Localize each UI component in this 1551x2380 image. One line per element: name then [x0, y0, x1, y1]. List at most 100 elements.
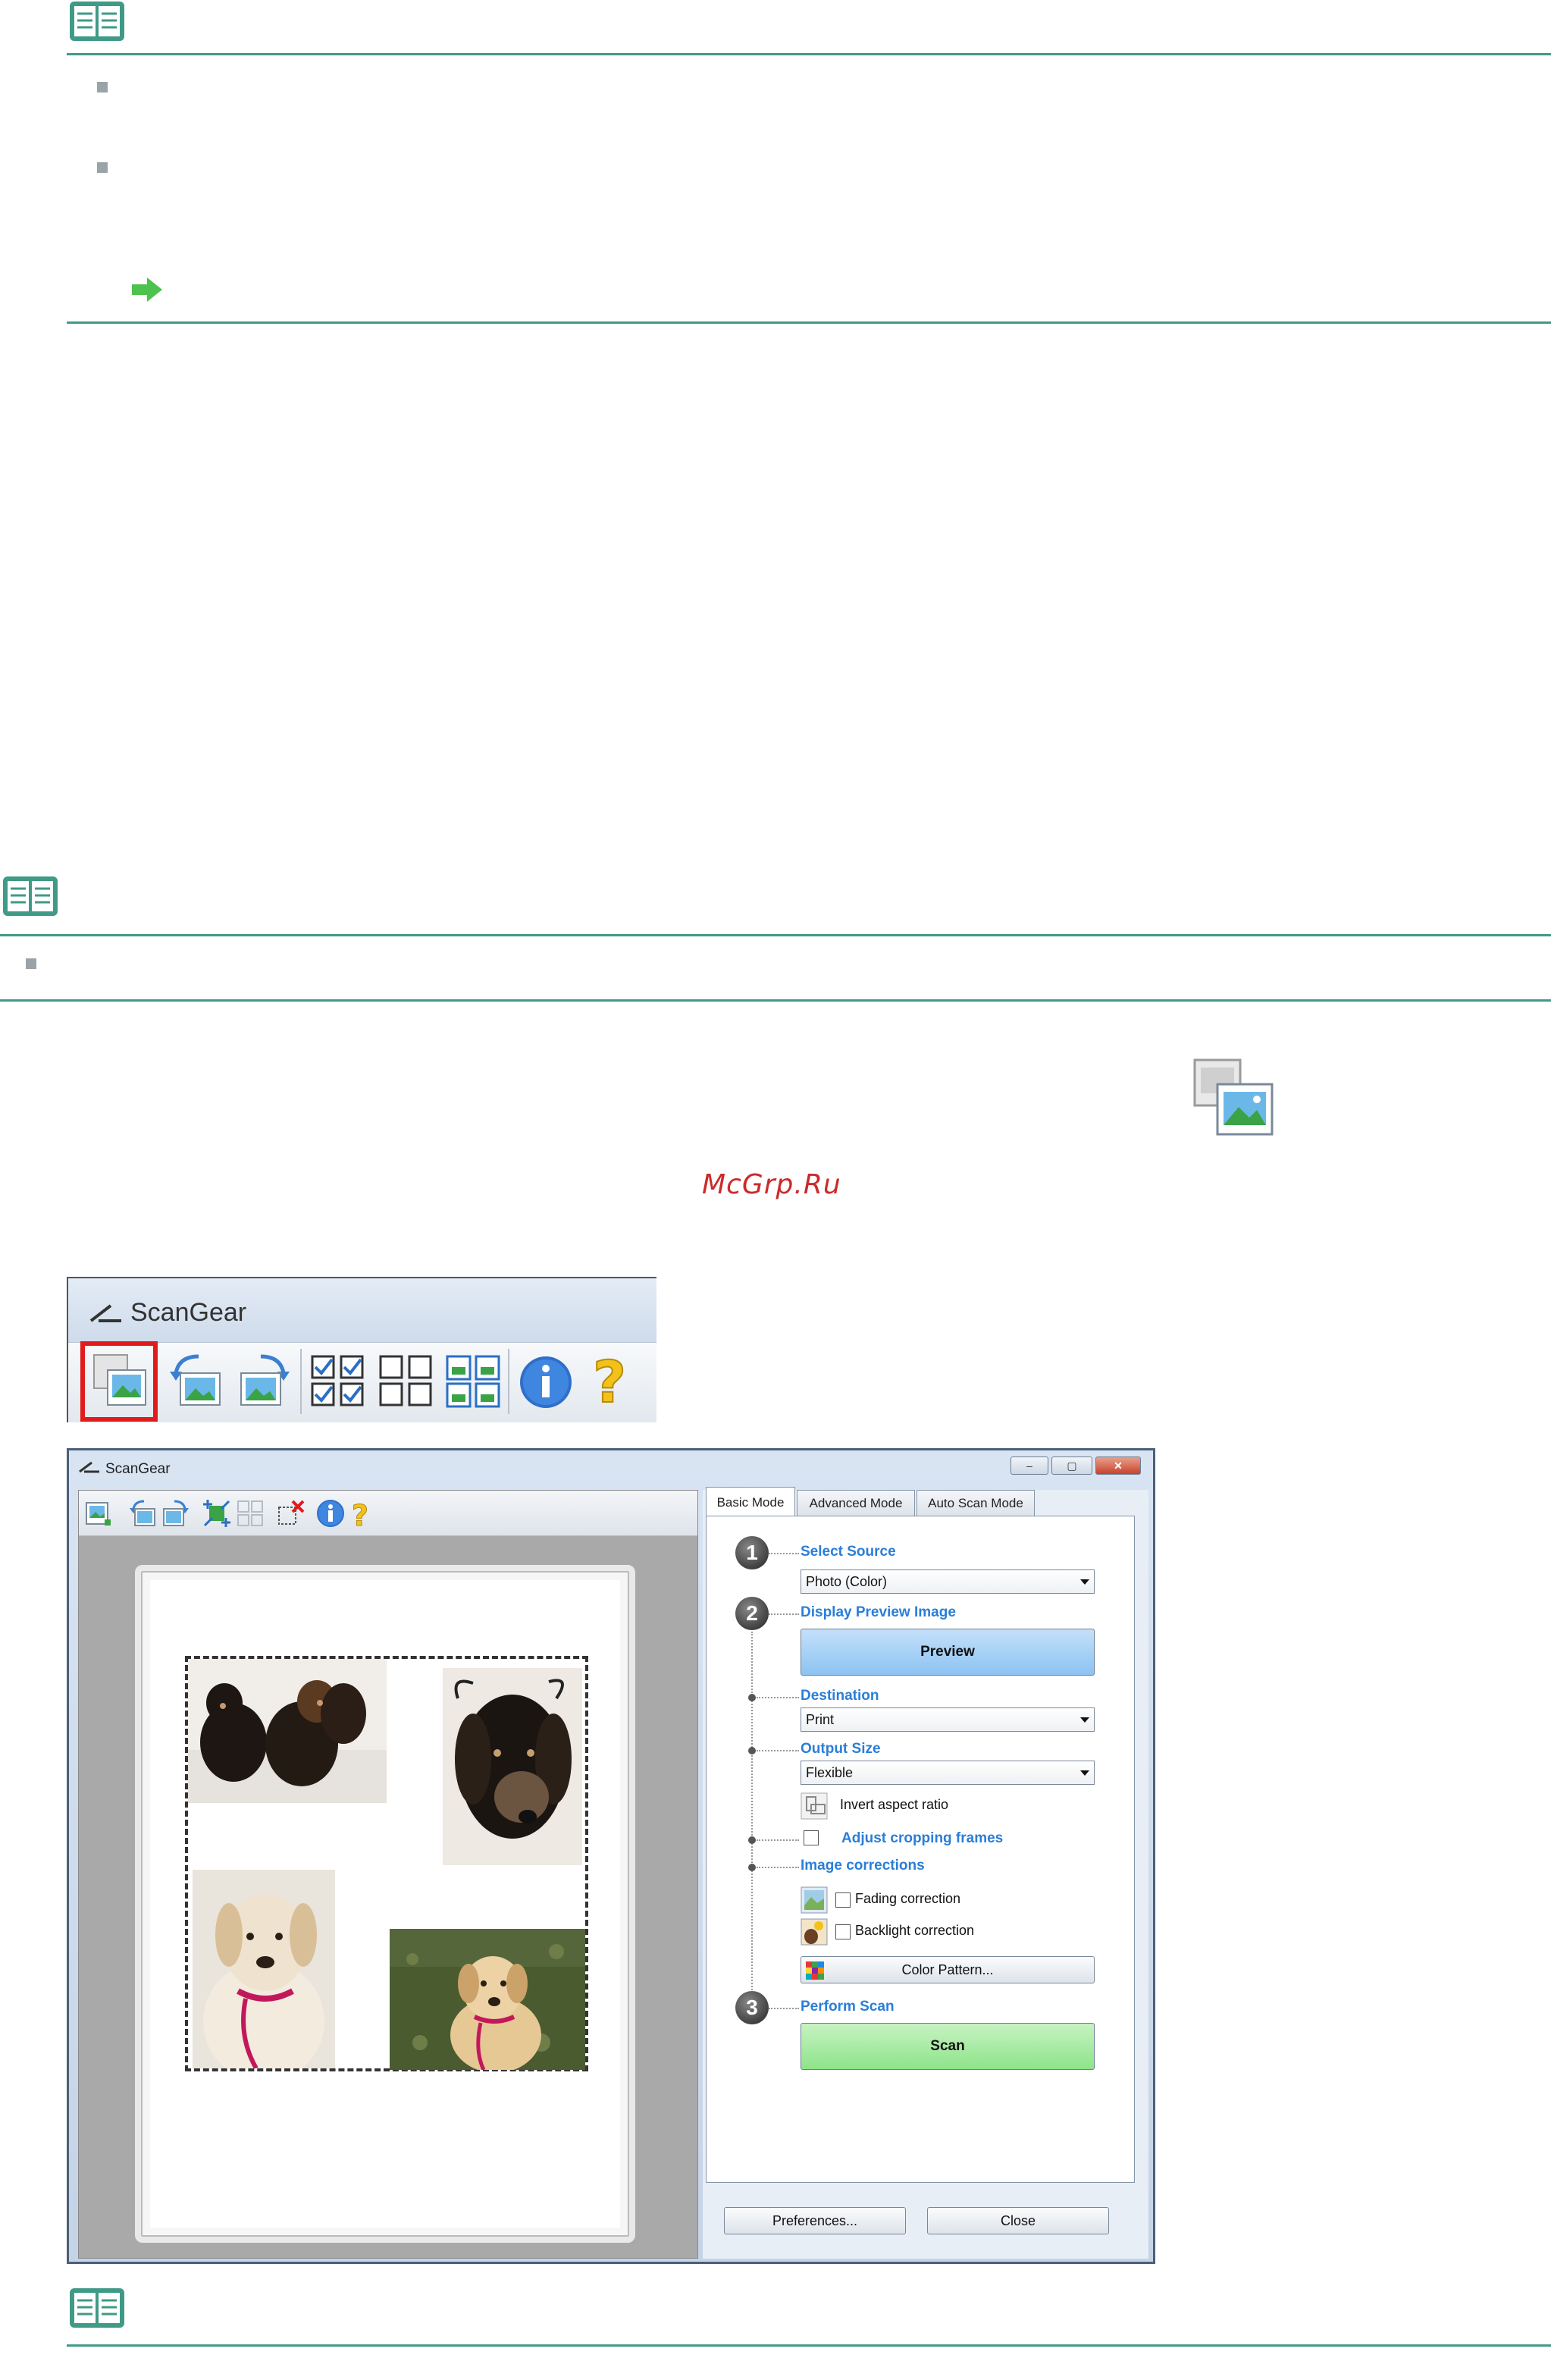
adjust-cropping-checkbox[interactable] [804, 1830, 819, 1845]
dotted-leader [757, 1839, 799, 1841]
note-book-icon [70, 2, 124, 41]
bullet [97, 162, 108, 173]
rotate-left-icon[interactable] [165, 1350, 226, 1411]
toolbar-separator [508, 1349, 509, 1414]
toolbar-crop: ScanGear ? [67, 1277, 656, 1422]
crop-image-icon[interactable] [89, 1350, 150, 1411]
clear-frames-icon[interactable] [376, 1350, 437, 1411]
dotted-leader [757, 1867, 799, 1868]
info-icon[interactable] [515, 1350, 576, 1411]
note-rule-top [67, 2344, 1551, 2347]
vertical-dotted-guide [751, 1632, 753, 2014]
preview-image [150, 1580, 620, 2228]
output-size-label: Output Size [801, 1741, 881, 1757]
preferences-button[interactable]: Preferences... [724, 2207, 906, 2234]
dotted-leader [769, 2008, 799, 2009]
color-pattern-button[interactable]: Color Pattern... [801, 1956, 1095, 1983]
note-rule-bottom [0, 999, 1551, 1002]
backlight-correction-icon [801, 1918, 828, 1946]
watermark: McGrp.Ru [702, 1169, 841, 1200]
thumbnail-view-icon[interactable] [443, 1350, 503, 1411]
dotted-leader [769, 1553, 799, 1554]
rotate-right-icon[interactable] [161, 1498, 191, 1529]
scangear-logo-icon [89, 1304, 121, 1322]
remove-frame-icon[interactable] [276, 1498, 306, 1529]
dotted-leader [769, 1613, 799, 1615]
minimize-button[interactable]: – [1010, 1457, 1048, 1475]
select-all-frames-icon[interactable] [308, 1350, 368, 1411]
invert-aspect-ratio-label: Invert aspect ratio [840, 1797, 949, 1812]
bullet [26, 958, 36, 969]
preview-pane: ? [78, 1490, 698, 2259]
substep-dot [748, 1836, 756, 1844]
destination-value: Print [806, 1712, 835, 1727]
step-1-badge: 1 [735, 1536, 769, 1569]
tab-basic-mode[interactable]: Basic Mode [706, 1487, 795, 1516]
adjust-cropping-label: Adjust cropping frames [841, 1830, 1004, 1846]
help-icon[interactable]: ? [346, 1498, 376, 1529]
chevron-down-icon [1080, 1770, 1089, 1776]
substep-dot [748, 1694, 756, 1701]
photo-dog-on-grass [390, 1929, 585, 2070]
perform-scan-label: Perform Scan [801, 1999, 895, 2015]
chevron-down-icon [1080, 1579, 1089, 1585]
note-rule-top [67, 53, 1551, 55]
photo-black-dog-portrait [443, 1668, 582, 1865]
title-bar: ScanGear – ▢ ✕ [69, 1450, 1153, 1484]
maximize-button[interactable]: ▢ [1051, 1457, 1092, 1475]
crop-frame-icon[interactable] [202, 1498, 232, 1529]
app-title: ScanGear [130, 1298, 247, 1327]
photo-white-dog [193, 1870, 335, 2068]
scangear-logo-icon [79, 1461, 99, 1473]
image-corrections-label: Image corrections [801, 1858, 925, 1874]
rotate-left-icon[interactable] [127, 1498, 158, 1529]
rotate-right-icon[interactable] [233, 1350, 294, 1411]
crop-image-icon [1193, 1058, 1274, 1136]
scangear-window: ScanGear – ▢ ✕ ? Basic Mode Advanced Mod… [67, 1448, 1155, 2264]
dotted-leader [757, 1697, 799, 1698]
photo-two-dogs [188, 1659, 387, 1803]
note-book-icon [70, 2288, 124, 2328]
svg-text:?: ? [593, 1349, 626, 1413]
invert-aspect-ratio-icon[interactable] [801, 1792, 828, 1820]
note-book-icon [3, 876, 58, 916]
fading-correction-checkbox[interactable] [835, 1892, 851, 1908]
close-window-button[interactable]: ✕ [1095, 1457, 1141, 1475]
arrow-right-icon[interactable] [130, 276, 164, 303]
settings-pane: Basic Mode Advanced Mode Auto Scan Mode … [703, 1487, 1148, 2259]
preview-button[interactable]: Preview [801, 1629, 1095, 1676]
multi-frame-icon [237, 1500, 263, 1526]
basic-mode-panel: 1 Select Source Photo (Color) 2 Display … [706, 1516, 1135, 2183]
tab-auto-scan-mode[interactable]: Auto Scan Mode [916, 1490, 1035, 1516]
select-source-value: Photo (Color) [806, 1574, 888, 1589]
info-icon[interactable] [315, 1498, 346, 1529]
tab-advanced-mode[interactable]: Advanced Mode [797, 1490, 915, 1516]
bullet [97, 82, 108, 93]
title-bar: ScanGear [68, 1278, 656, 1342]
destination-label: Destination [801, 1688, 879, 1704]
step-2-badge: 2 [735, 1597, 769, 1630]
auto-crop-icon[interactable] [83, 1498, 114, 1529]
output-size-value: Flexible [806, 1765, 854, 1780]
help-icon[interactable]: ? [581, 1349, 641, 1413]
backlight-correction-checkbox[interactable] [835, 1924, 851, 1939]
display-preview-label: Display Preview Image [801, 1604, 956, 1620]
output-size-dropdown[interactable]: Flexible [801, 1761, 1095, 1785]
color-pattern-label: Color Pattern... [901, 1962, 994, 1977]
note-rule-top [0, 934, 1551, 936]
scan-button[interactable]: Scan [801, 2023, 1095, 2070]
note-rule-bottom [67, 321, 1551, 324]
svg-text:?: ? [352, 1499, 368, 1529]
substep-dot [748, 1864, 756, 1871]
select-source-label: Select Source [801, 1544, 896, 1560]
preview-toolbar: ? [79, 1491, 697, 1536]
window-title: ScanGear [105, 1461, 171, 1477]
dotted-leader [757, 1750, 799, 1751]
close-button[interactable]: Close [927, 2207, 1109, 2234]
toolbar-separator [300, 1349, 302, 1414]
step-3-badge: 3 [735, 1991, 769, 2024]
destination-dropdown[interactable]: Print [801, 1707, 1095, 1732]
substep-dot [748, 1747, 756, 1754]
chevron-down-icon [1080, 1717, 1089, 1723]
select-source-dropdown[interactable]: Photo (Color) [801, 1569, 1095, 1594]
